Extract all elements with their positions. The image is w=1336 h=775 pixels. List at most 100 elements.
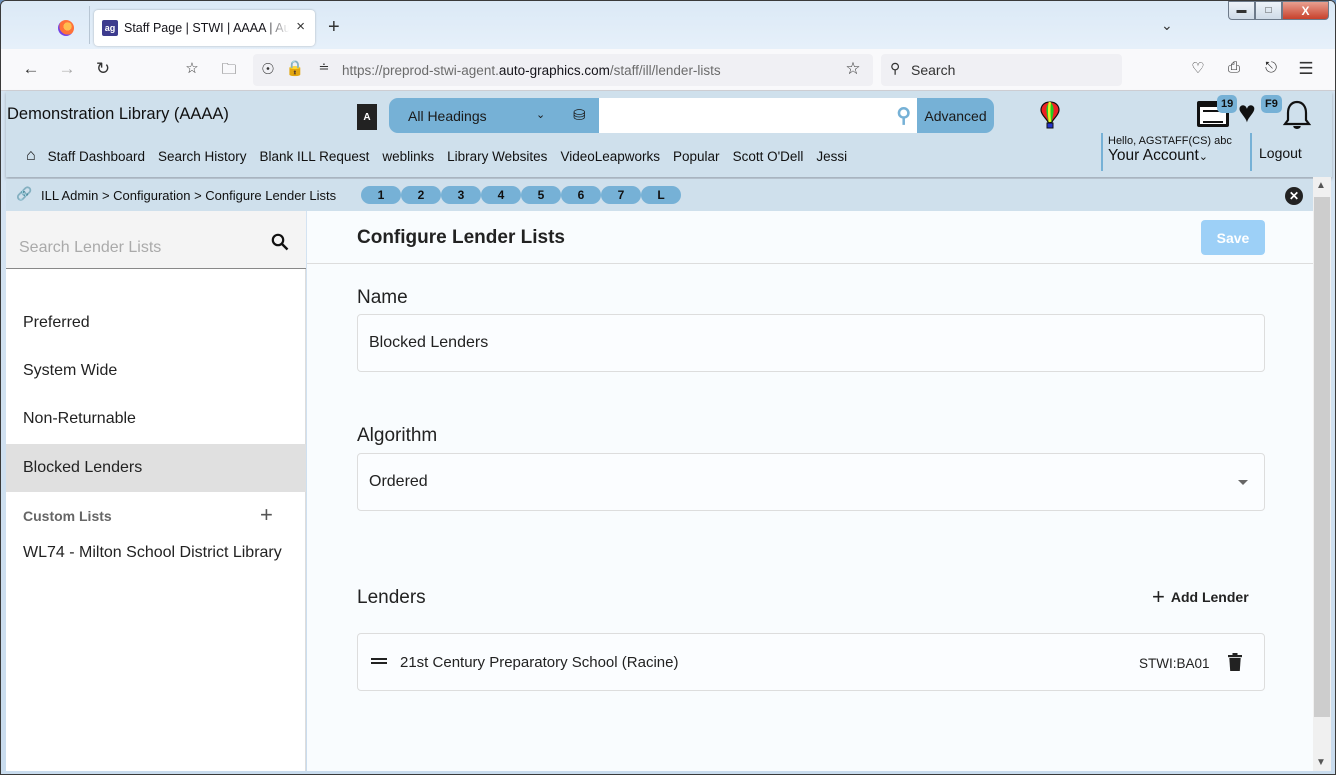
greeting-text: Hello, AGSTAFF(CS) abc xyxy=(1108,135,1232,147)
menu-blank-ill-request[interactable]: Blank ILL Request xyxy=(260,149,370,164)
name-value: Blocked Lenders xyxy=(369,334,489,351)
search-icon: ⚲ xyxy=(890,60,901,76)
page-shortcut-6[interactable]: 6 xyxy=(561,186,601,204)
save-button[interactable]: Save xyxy=(1201,220,1265,255)
lender-name: 21st Century Preparatory School (Racine) xyxy=(400,654,679,671)
hamburger-menu-icon[interactable]: ☰ xyxy=(1295,59,1317,79)
address-bar[interactable]: ☉ 🔒 ≐ https://preprod-stwi-agent.auto-gr… xyxy=(253,54,873,86)
page-shortcut-7[interactable]: 7 xyxy=(601,186,641,204)
database-icon[interactable]: ⛁ xyxy=(573,106,586,124)
shield-icon[interactable]: ☉ xyxy=(257,60,279,78)
pocket-icon[interactable]: ♡ xyxy=(1187,59,1209,77)
scrollbar-thumb[interactable] xyxy=(1314,197,1330,717)
menu-jessi[interactable]: Jessi xyxy=(816,149,847,164)
sidebar-item-system-wide[interactable]: System Wide xyxy=(6,347,306,395)
page-shortcut-5[interactable]: 5 xyxy=(521,186,561,204)
url-prefix: https://preprod-stwi-agent. xyxy=(342,63,499,78)
scroll-up-icon[interactable]: ▲ xyxy=(1316,180,1326,191)
name-input[interactable]: Blocked Lenders xyxy=(357,314,1265,372)
search-icon[interactable]: ⚲ xyxy=(896,103,911,128)
list-all-tabs-chevron-icon[interactable]: ⌄ xyxy=(1161,17,1173,34)
page-scrollbar[interactable]: ▲ ▼ xyxy=(1313,177,1331,771)
translate-icon[interactable]: A xyxy=(357,104,377,130)
permissions-icon[interactable]: ≐ xyxy=(313,60,335,76)
account-menu[interactable]: Hello, AGSTAFF(CS) abc Your Account⌄ xyxy=(1101,133,1232,171)
menu-scott-odell[interactable]: Scott O'Dell xyxy=(733,149,804,164)
search-scope-select[interactable]: All Headings ⌄ ⛁ xyxy=(389,98,599,133)
new-tab-button[interactable]: + xyxy=(328,16,340,39)
page-shortcut-4[interactable]: 4 xyxy=(481,186,521,204)
menu-videoleapworks[interactable]: VideoLeapworks xyxy=(560,149,660,164)
home-icon[interactable]: ⌂ xyxy=(26,147,36,165)
search-placeholder: Search xyxy=(911,62,956,78)
dropdown-arrow-icon xyxy=(1238,480,1248,485)
trash-icon[interactable] xyxy=(1228,653,1242,671)
lender-row[interactable]: 21st Century Preparatory School (Racine)… xyxy=(357,633,1265,691)
name-label: Name xyxy=(357,287,408,308)
lender-list-search-input[interactable]: Search Lender Lists xyxy=(6,211,306,269)
navigation-bar: ← → ↻ ☆ 🗀 ☉ 🔒 ≐ https://preprod-stwi-age… xyxy=(1,49,1335,91)
close-tab-icon[interactable]: × xyxy=(296,18,305,35)
algorithm-value: Ordered xyxy=(369,473,428,490)
notifications-bell-icon[interactable] xyxy=(1282,99,1312,131)
sidebar-item-non-returnable[interactable]: Non-Returnable xyxy=(6,395,306,443)
close-circle-icon[interactable]: ✕ xyxy=(1285,187,1303,205)
lenders-label: Lenders xyxy=(357,587,426,608)
scroll-down-icon[interactable]: ▼ xyxy=(1316,757,1326,768)
search-icon[interactable] xyxy=(271,233,289,251)
custom-list-item[interactable]: WL74 - Milton School District Library xyxy=(23,541,283,565)
your-account-label: Your Account xyxy=(1108,147,1199,164)
page-shortcut-1[interactable]: 1 xyxy=(361,186,401,204)
minimize-button[interactable]: ▬ xyxy=(1228,1,1255,20)
library-name: Demonstration Library (AAAA) xyxy=(7,105,229,123)
breadcrumb[interactable]: ILL Admin > Configuration > Configure Le… xyxy=(41,188,336,203)
browser-search-field[interactable]: ⚲ Search xyxy=(881,54,1122,86)
window-controls: ▬ □ X xyxy=(1228,1,1329,20)
sidebar-item-blocked-lenders[interactable]: Blocked Lenders xyxy=(6,444,306,492)
add-lender-button[interactable]: + Add Lender xyxy=(1152,586,1249,608)
menu-popular[interactable]: Popular xyxy=(673,149,720,164)
divider xyxy=(307,263,1313,264)
back-arrow-icon[interactable]: ← xyxy=(20,59,42,79)
close-window-button[interactable]: X xyxy=(1282,1,1329,20)
algorithm-select[interactable]: Ordered xyxy=(357,453,1265,511)
catalog-search-input[interactable]: ⚲ xyxy=(599,98,917,133)
plus-icon: + xyxy=(1152,584,1165,609)
print-icon[interactable]: ⎙ xyxy=(1223,59,1245,76)
extensions-icon[interactable]: ⎋ xyxy=(1260,59,1282,76)
page-shortcut-2[interactable]: 2 xyxy=(401,186,441,204)
url-domain: auto-graphics.com xyxy=(498,63,610,78)
advanced-search-button[interactable]: Advanced xyxy=(917,98,994,133)
url-text[interactable]: https://preprod-stwi-agent.auto-graphics… xyxy=(342,63,721,78)
browser-tab-active[interactable]: ag Staff Page | STWI | AAAA | Auto-Graph… xyxy=(94,10,315,46)
share-icon[interactable]: 🗀 xyxy=(218,59,240,84)
reload-icon[interactable]: ↻ xyxy=(92,59,114,79)
menu-search-history[interactable]: Search History xyxy=(158,149,247,164)
logout-link[interactable]: Logout xyxy=(1250,133,1302,171)
firefox-logo-icon[interactable] xyxy=(58,20,74,36)
drag-handle-icon[interactable] xyxy=(371,658,387,664)
search-placeholder: Search Lender Lists xyxy=(19,239,162,256)
bookmark-star-icon[interactable]: ☆ xyxy=(842,59,864,79)
bookmark-page-icon[interactable]: ☆ xyxy=(181,59,203,77)
autographics-favicon-icon: ag xyxy=(102,20,118,36)
url-path: /staff/ill/lender-lists xyxy=(609,63,721,78)
tab-strip: ag Staff Page | STWI | AAAA | Auto-Graph… xyxy=(1,1,1335,49)
app-header: Demonstration Library (AAAA) A All Headi… xyxy=(6,91,1332,177)
maximize-button[interactable]: □ xyxy=(1255,1,1282,20)
page-shortcut-l[interactable]: L xyxy=(641,186,681,204)
menu-weblinks[interactable]: weblinks xyxy=(382,149,434,164)
favorites-heart-icon[interactable]: ♥ xyxy=(1238,98,1256,128)
your-account-dropdown[interactable]: Your Account⌄ xyxy=(1108,147,1232,165)
lock-icon[interactable]: 🔒 xyxy=(284,59,306,77)
tab-title: Staff Page | STWI | AAAA | Auto-Graphics xyxy=(124,21,289,35)
forward-arrow-icon[interactable]: → xyxy=(56,59,78,79)
add-custom-list-icon[interactable]: + xyxy=(260,502,273,528)
page-shortcut-3[interactable]: 3 xyxy=(441,186,481,204)
menu-library-websites[interactable]: Library Websites xyxy=(447,149,547,164)
favorites-badge: F9 xyxy=(1261,95,1282,113)
sidebar-item-preferred[interactable]: Preferred xyxy=(6,299,306,347)
menu-staff-dashboard[interactable]: Staff Dashboard xyxy=(48,149,145,164)
hot-air-balloon-icon[interactable] xyxy=(1040,101,1060,129)
chevron-down-icon: ⌄ xyxy=(536,109,546,121)
